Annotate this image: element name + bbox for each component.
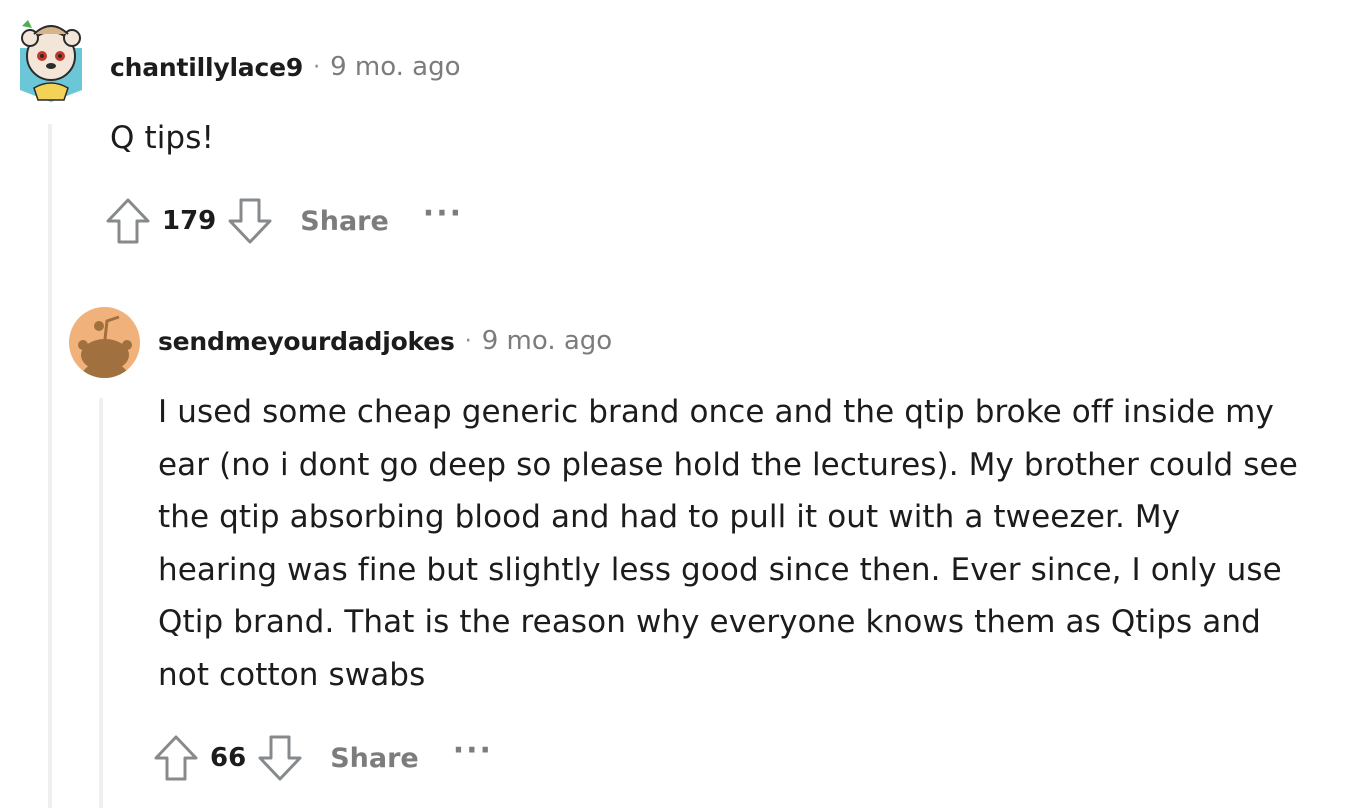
user-avatar-icon[interactable] [14, 12, 88, 104]
comment-body: I used some cheap generic brand once and… [158, 386, 1298, 702]
upvote-icon [154, 735, 198, 781]
more-options-icon[interactable]: ··· [453, 733, 493, 768]
vote-score: 66 [210, 743, 247, 773]
meta-separator: · [464, 328, 472, 354]
meta-separator: · [313, 54, 321, 80]
downvote-button[interactable] [226, 197, 274, 245]
upvote-icon [106, 198, 150, 244]
comment-meta: chantillylace9 · 9 mo. ago [110, 52, 461, 82]
comment-body-line: ear (no i dont go deep so please hold th… [158, 446, 1298, 483]
comment-body-line: the qtip absorbing blood and had to pull… [158, 499, 1181, 536]
more-options-icon[interactable]: ··· [423, 196, 463, 231]
comment-body-line: hearing was fine but slightly less good … [158, 551, 1282, 588]
share-button[interactable]: Share [330, 743, 419, 774]
snoo-avatar-icon [78, 315, 132, 378]
comment-body: Q tips! [110, 120, 214, 156]
comment-actions: 179 Share ··· [104, 196, 463, 245]
thread-line-1[interactable] [48, 124, 52, 808]
user-avatar-icon[interactable] [69, 307, 140, 378]
downvote-icon [258, 735, 302, 781]
snoo-avatar-icon [20, 20, 82, 102]
share-button[interactable]: Share [300, 206, 389, 237]
vote-score: 179 [162, 206, 217, 236]
username-link[interactable]: chantillylace9 [110, 53, 303, 82]
downvote-icon [228, 198, 272, 244]
comment-actions: 66 Share ··· [152, 733, 493, 782]
timestamp[interactable]: 9 mo. ago [330, 52, 460, 82]
username-link[interactable]: sendmeyourdadjokes [158, 327, 455, 356]
comment-body-line: Qtip brand. That is the reason why every… [158, 604, 1261, 641]
comment-body-line: I used some cheap generic brand once and… [158, 394, 1274, 430]
downvote-button[interactable] [256, 734, 304, 782]
upvote-button[interactable] [152, 734, 200, 782]
comment-body-line: not cotton swabs [158, 656, 426, 693]
upvote-button[interactable] [104, 197, 152, 245]
comment-meta: sendmeyourdadjokes · 9 mo. ago [158, 326, 612, 356]
thread-line-2[interactable] [99, 398, 103, 808]
timestamp[interactable]: 9 mo. ago [482, 326, 612, 356]
